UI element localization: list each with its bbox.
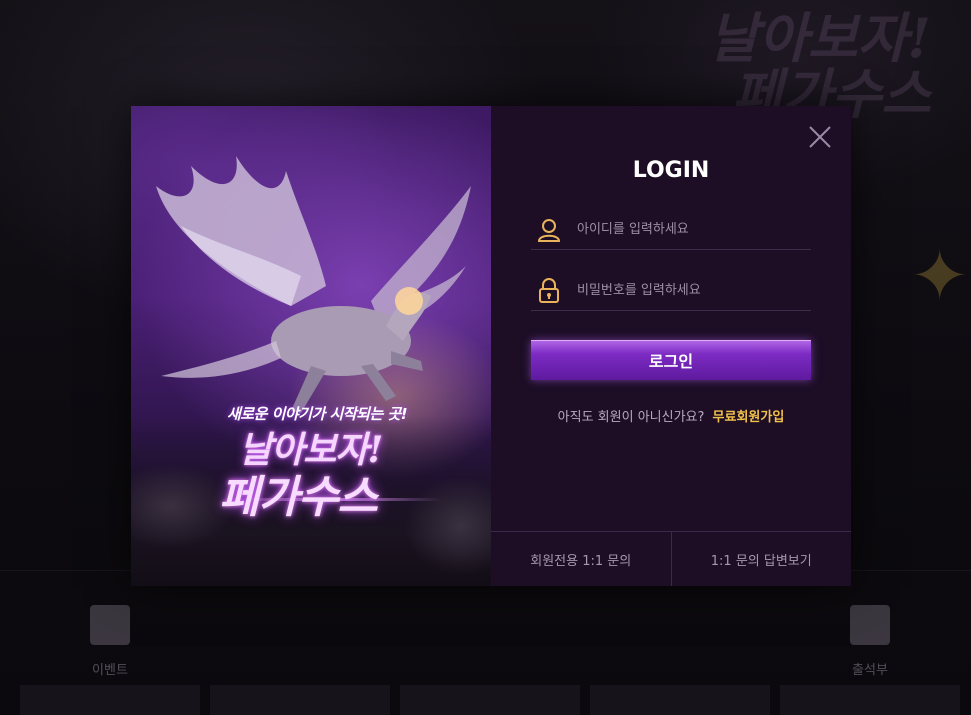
background-tile <box>210 685 390 715</box>
user-id-input[interactable] <box>577 210 811 249</box>
background-tile <box>20 685 200 715</box>
lock-icon <box>539 277 559 303</box>
password-field <box>531 271 811 311</box>
signup-link[interactable]: 무료회원가입 <box>713 410 785 425</box>
close-icon[interactable] <box>807 124 833 150</box>
pegasus-illustration <box>156 156 471 413</box>
background-title-line-1: 날아보자! <box>708 6 931 70</box>
member-inquiry-link[interactable]: 회원전용 1:1 문의 <box>491 532 671 586</box>
background-menu-event[interactable]: 이벤트 <box>75 605 145 678</box>
background-menu-attendance[interactable]: 출석부 <box>835 605 905 678</box>
signup-prompt-text: 아직도 회원이 아니신가요? <box>557 410 705 425</box>
inquiry-answers-link[interactable]: 1:1 문의 답변보기 <box>670 532 852 586</box>
user-id-field <box>531 210 811 250</box>
background-tile <box>780 685 960 715</box>
background-tile <box>400 685 580 715</box>
background-menu-label: 출석부 <box>852 663 888 678</box>
login-footer: 회원전용 1:1 문의 1:1 문의 답변보기 <box>491 531 851 586</box>
calendar-check-icon <box>850 605 890 645</box>
promo-banner: 새로운 이야기가 시작되는 곳! 날아보자! 페가수스 <box>131 106 491 586</box>
user-icon <box>537 218 561 242</box>
login-panel: LOGIN 로그인 아직도 회원이 아니신가요? 무료회원가입 회원전용 1:1… <box>491 106 851 586</box>
background-tile <box>590 685 770 715</box>
password-input[interactable] <box>577 271 811 310</box>
login-button[interactable]: 로그인 <box>531 340 811 380</box>
background-menu-label: 이벤트 <box>92 663 128 678</box>
signup-prompt-row: 아직도 회원이 아니신가요? 무료회원가입 <box>491 406 851 425</box>
login-modal: 새로운 이야기가 시작되는 곳! 날아보자! 페가수스 LOGIN 아이디를 입… <box>131 106 851 586</box>
login-title: LOGIN <box>632 158 710 183</box>
star-icon: ✦ <box>910 235 969 317</box>
promo-title-line-2: 페가수스 <box>219 472 378 523</box>
gift-icon <box>90 605 130 645</box>
